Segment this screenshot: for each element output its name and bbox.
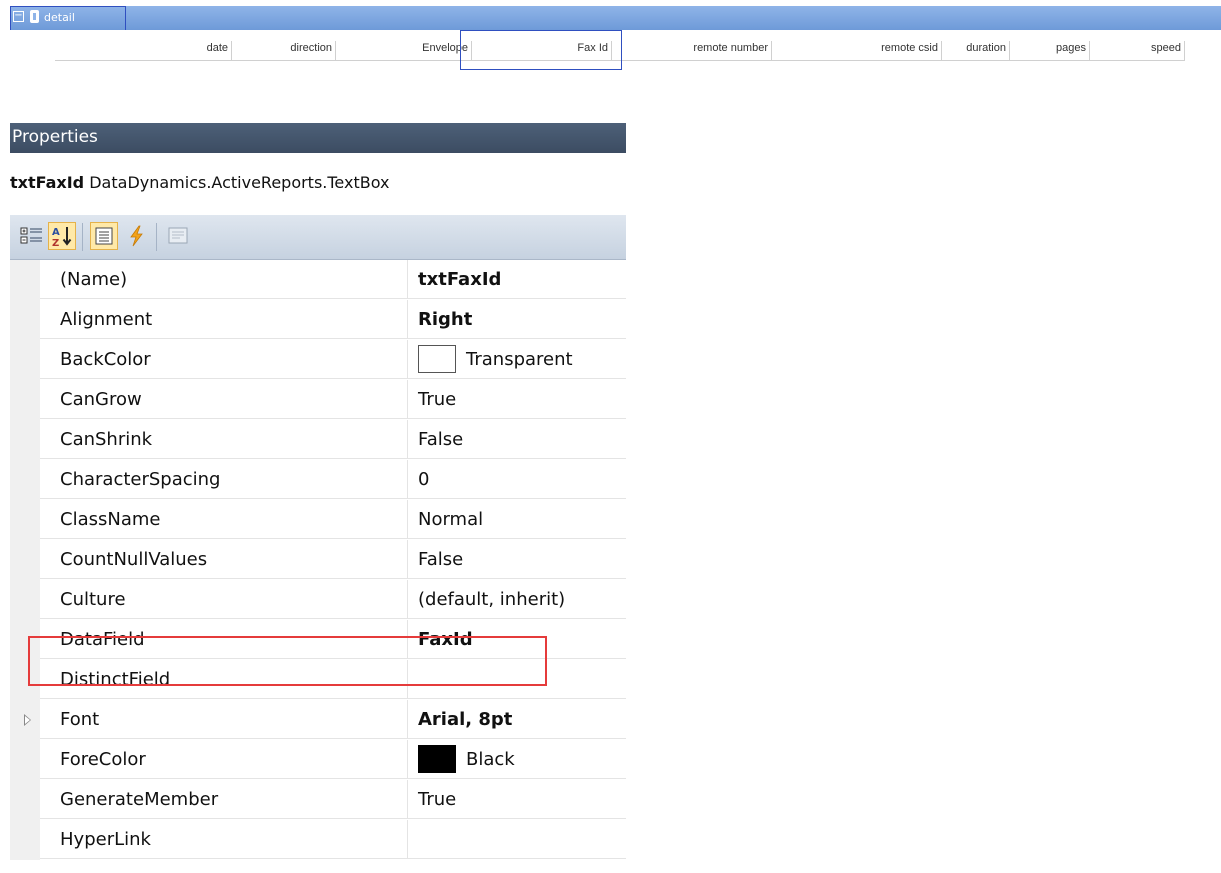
property-row[interactable]: CharacterSpacing 0 (10, 460, 626, 500)
property-value[interactable]: Transparent (408, 340, 626, 379)
color-name: Transparent (466, 349, 573, 370)
object-type: DataDynamics.ActiveReports.TextBox (89, 173, 390, 192)
properties-window: Properties txtFaxId DataDynamics.ActiveR… (10, 123, 626, 873)
property-name[interactable]: HyperLink (40, 820, 408, 859)
property-value[interactable]: Normal (408, 500, 626, 539)
row-gutter (10, 460, 40, 500)
property-value[interactable] (408, 820, 626, 859)
property-value[interactable]: (default, inherit) (408, 580, 626, 619)
color-swatch (418, 344, 456, 373)
events-icon[interactable] (122, 222, 150, 250)
property-row[interactable]: ForeColor Black (10, 740, 626, 780)
property-pages-icon[interactable] (164, 222, 192, 250)
property-name[interactable]: BackColor (40, 340, 408, 379)
fax-id-selection[interactable] (460, 30, 622, 70)
property-name[interactable]: ForeColor (40, 740, 408, 779)
property-row[interactable]: (Name) txtFaxId (10, 260, 626, 300)
property-row[interactable]: CanShrink False (10, 420, 626, 460)
property-value[interactable]: False (408, 420, 626, 459)
collapse-icon[interactable]: − (13, 11, 24, 22)
property-row[interactable]: CanGrow True (10, 380, 626, 420)
alphabetical-icon[interactable]: A Z (48, 222, 76, 250)
row-gutter (10, 740, 40, 780)
field-direction[interactable]: direction (232, 41, 336, 61)
property-row[interactable]: ClassName Normal (10, 500, 626, 540)
properties-title: Properties (10, 123, 626, 153)
row-gutter (10, 580, 40, 620)
property-grid: (Name) txtFaxId Alignment Right BackColor Tra… (10, 260, 626, 860)
property-row[interactable]: Font Arial, 8pt (10, 700, 626, 740)
toolbar-separator (82, 223, 83, 251)
property-name[interactable]: ClassName (40, 500, 408, 539)
property-name[interactable]: GenerateMember (40, 780, 408, 819)
property-name[interactable]: Font (40, 700, 408, 739)
row-gutter (10, 500, 40, 540)
property-row[interactable]: HyperLink (10, 820, 626, 860)
svg-text:Z: Z (52, 238, 59, 249)
property-row[interactable]: CountNullValues False (10, 540, 626, 580)
property-name[interactable]: Alignment (40, 300, 408, 339)
property-name[interactable]: Culture (40, 580, 408, 619)
row-gutter (10, 700, 40, 740)
row-gutter (10, 540, 40, 580)
properties-toolbar: A Z (10, 215, 626, 260)
property-row[interactable]: BackColor Transparent (10, 340, 626, 380)
datafield-highlight (28, 636, 547, 686)
field-speed[interactable]: speed (1090, 41, 1185, 61)
field-date[interactable]: date (55, 41, 232, 61)
row-gutter (10, 380, 40, 420)
object-selector[interactable]: txtFaxId DataDynamics.ActiveReports.Text… (10, 153, 626, 199)
property-name[interactable]: CanGrow (40, 380, 408, 419)
property-row[interactable]: GenerateMember True (10, 780, 626, 820)
property-row[interactable]: Culture (default, inherit) (10, 580, 626, 620)
row-gutter (10, 260, 40, 300)
expand-arrow-icon[interactable] (24, 714, 31, 726)
property-value[interactable]: txtFaxId (408, 260, 626, 299)
object-name: txtFaxId (10, 173, 85, 192)
row-gutter (10, 340, 40, 380)
report-designer: − detail date direction Envelope Fax Id … (0, 0, 1221, 95)
field-duration[interactable]: duration (942, 41, 1010, 61)
row-gutter (10, 300, 40, 340)
properties-icon[interactable] (90, 222, 118, 250)
section-icon (30, 10, 39, 23)
property-value[interactable]: True (408, 780, 626, 819)
section-label: detail (44, 11, 75, 24)
field-pages[interactable]: pages (1010, 41, 1090, 61)
property-name[interactable]: (Name) (40, 260, 408, 299)
detail-section-bar[interactable] (10, 6, 1221, 30)
row-gutter (10, 780, 40, 820)
row-gutter (10, 820, 40, 860)
property-value[interactable]: 0 (408, 460, 626, 499)
property-value[interactable]: Black (408, 740, 626, 779)
property-row[interactable]: Alignment Right (10, 300, 626, 340)
field-remote-csid[interactable]: remote csid (772, 41, 942, 61)
property-name[interactable]: CharacterSpacing (40, 460, 408, 499)
toolbar-separator (156, 223, 157, 251)
property-name[interactable]: CanShrink (40, 420, 408, 459)
property-value[interactable]: False (408, 540, 626, 579)
property-value[interactable]: Right (408, 300, 626, 339)
svg-text:A: A (52, 227, 60, 238)
color-swatch (418, 744, 456, 773)
row-gutter (10, 420, 40, 460)
color-name: Black (466, 749, 515, 770)
property-name[interactable]: CountNullValues (40, 540, 408, 579)
field-remote-number[interactable]: remote number (612, 41, 772, 61)
field-envelope[interactable]: Envelope (336, 41, 472, 61)
categorized-icon[interactable] (18, 222, 46, 250)
property-value[interactable]: Arial, 8pt (408, 700, 626, 739)
property-value[interactable]: True (408, 380, 626, 419)
